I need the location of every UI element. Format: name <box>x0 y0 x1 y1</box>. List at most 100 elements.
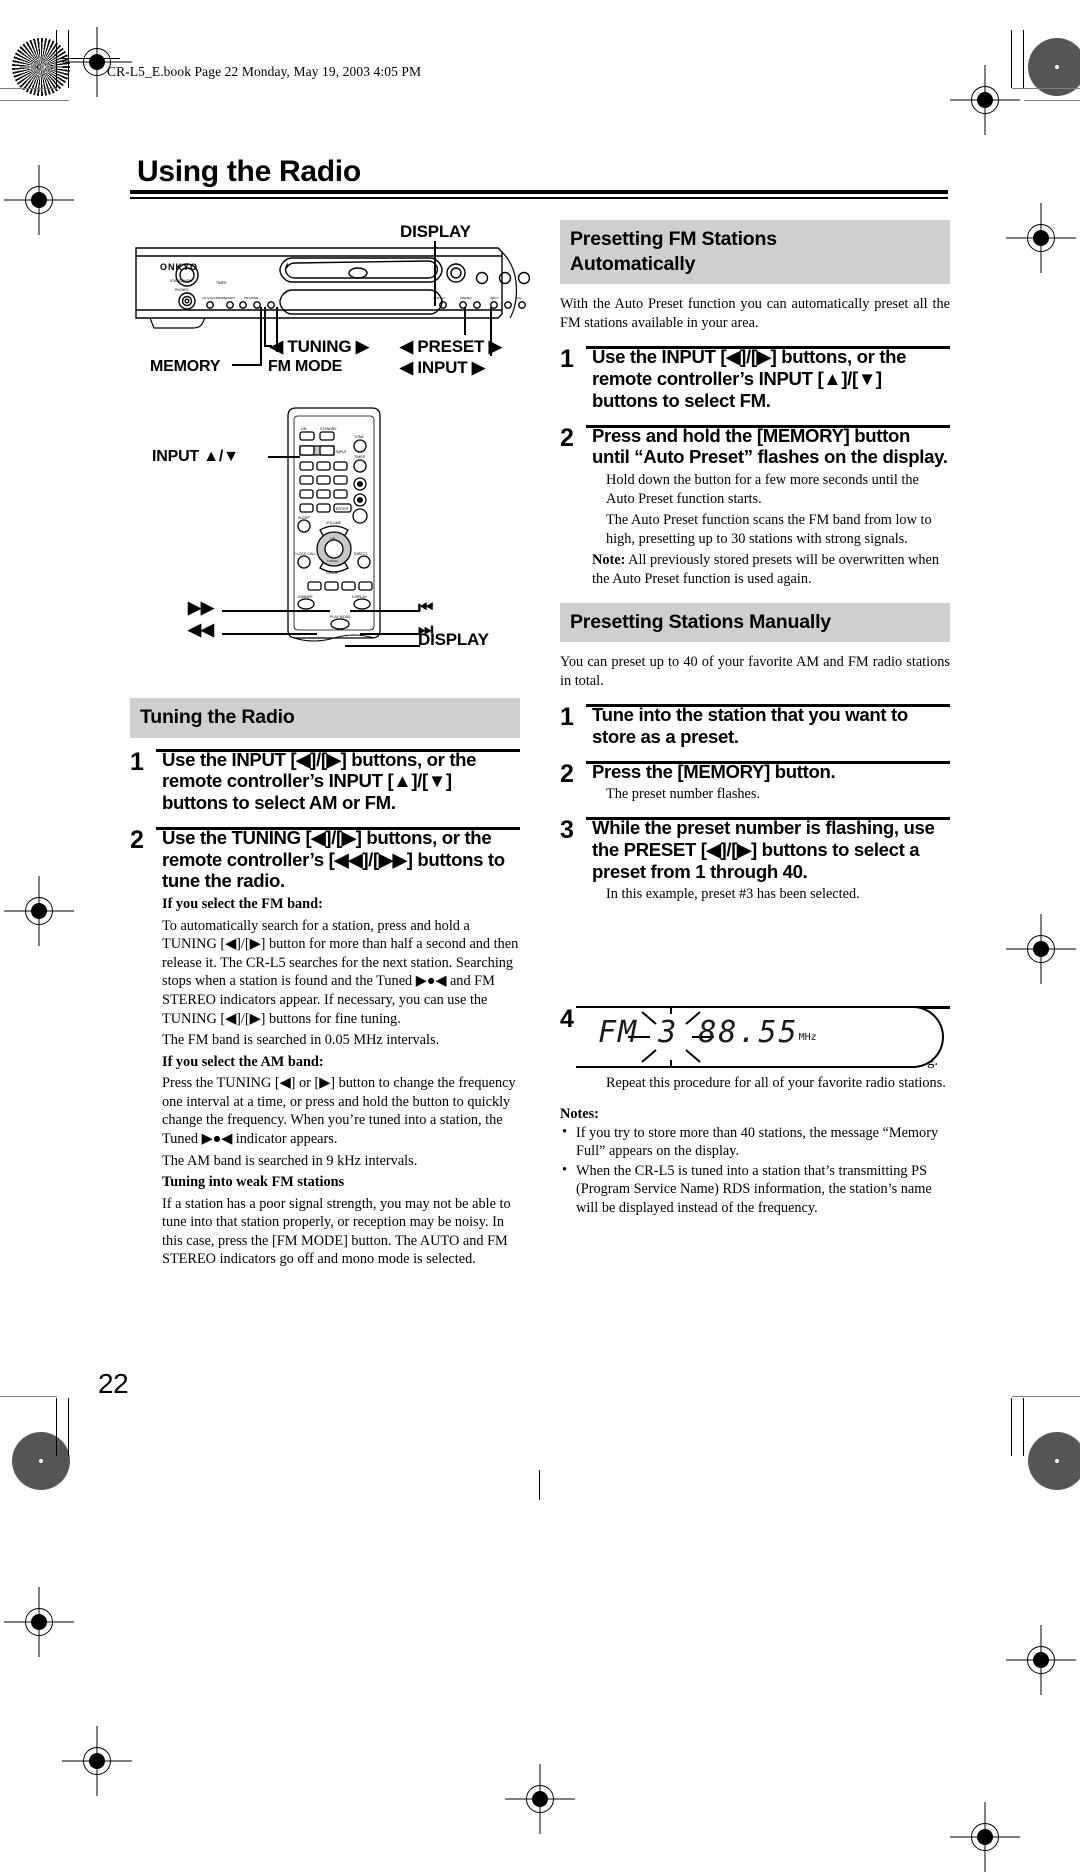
step-manual-1: 1 Tune into the station that you want to… <box>560 704 950 748</box>
step-number: 3 <box>560 816 574 845</box>
registration-target-right-upper <box>1022 219 1060 257</box>
trim-mark-top-left-v <box>56 30 57 88</box>
step-tuning-2: 2 Use the TUNING [◀]/[▶] buttons, or the… <box>130 825 520 1269</box>
svg-text:VOL: VOL <box>516 296 522 300</box>
manual-3-body: In this example, preset #3 has been sele… <box>606 886 860 903</box>
leader-preset <box>464 307 466 335</box>
auto-preset-body-2: The Auto Preset function scans the FM ba… <box>606 512 932 547</box>
trim-mark-left-h <box>0 88 57 89</box>
step-number: 1 <box>560 703 574 732</box>
callout-input-receiver: ◀ INPUT ▶ <box>400 358 485 377</box>
svg-text:UP: UP <box>330 537 336 541</box>
registration-star-bottom-left <box>12 1432 70 1490</box>
leader-rewind <box>222 633 317 635</box>
left-column: Tuning the Radio 1 Use the INPUT [◀]/[▶]… <box>130 698 520 1282</box>
svg-text:SLEEP: SLEEP <box>298 516 310 520</box>
step-number: 2 <box>560 423 574 452</box>
lcd-sep-right <box>678 1015 698 1050</box>
callout-display-receiver: DISPLAY <box>400 222 471 241</box>
svg-text:TIMER: TIMER <box>354 455 366 459</box>
callout-memory: MEMORY <box>150 358 221 375</box>
callout-fm-mode: FM MODE <box>268 358 343 375</box>
trim-mark-bottom-left-h <box>0 1396 57 1397</box>
step-rule <box>586 704 950 708</box>
file-header: CR-L5_E.book Page 22 Monday, May 19, 200… <box>107 64 422 79</box>
trim-mark-top-right-v2 <box>1023 30 1024 88</box>
step-auto-preset-2: 2 Press and hold the [MEMORY] button unt… <box>560 423 950 589</box>
fm-band-heading: If you select the FM band: <box>162 896 323 913</box>
svg-text:DIRECT: DIRECT <box>354 552 368 556</box>
svg-text:PHONES: PHONES <box>175 288 188 292</box>
svg-text:TIMER: TIMER <box>216 281 227 285</box>
leader-memory-h <box>232 364 262 366</box>
leader-fast-forward <box>222 610 330 612</box>
registration-target-left-upper <box>20 181 58 219</box>
registration-target-right-lower <box>1022 1641 1060 1679</box>
registration-target-bottom-left <box>78 1742 116 1780</box>
step-manual-3: 3 While the preset number is flashing, u… <box>560 817 950 904</box>
svg-text:DIMMER: DIMMER <box>298 595 313 599</box>
svg-text:CLOCK CALL: CLOCK CALL <box>294 552 316 556</box>
trim-mark-bottom-right-v <box>1011 1398 1012 1456</box>
leader-tuning-h <box>264 345 272 347</box>
note-item: When the CR-L5 is tuned into a station t… <box>560 1161 950 1218</box>
fm-band-body-2: The FM band is searched in 0.05 MHz inte… <box>162 1032 440 1049</box>
trim-mark-right-h2 <box>1024 100 1080 101</box>
lcd-preset: 3 <box>658 1015 679 1050</box>
notes-label: Notes: <box>560 1105 599 1122</box>
callout-tuning: ◀ TUNING ▶ <box>270 337 369 356</box>
notes-list: If you try to store more than 40 station… <box>560 1123 950 1218</box>
svg-text:ONKYO: ONKYO <box>160 262 198 272</box>
step-text: Press the [MEMORY] button. <box>592 760 836 782</box>
step-text: While the preset number is flashing, use… <box>592 817 935 882</box>
trim-mark-top-right-v <box>1011 30 1012 88</box>
svg-text:INPUT: INPUT <box>490 296 499 300</box>
step-rule <box>586 817 950 821</box>
lcd-display-figure: FM 3 88.55MHz <box>576 1006 944 1068</box>
remote-drawing: ON STANDBY INPUT TONE TIMER ENTER SLEEP … <box>287 407 381 642</box>
step-rule <box>156 826 520 830</box>
trim-mark-bottom-left-v2 <box>68 1398 69 1456</box>
svg-text:DOWN: DOWN <box>326 571 338 575</box>
title-rule-thin <box>130 197 948 199</box>
trim-mark-bottom-right-h <box>1012 1396 1080 1397</box>
svg-text:DISPLAY: DISPLAY <box>352 595 368 599</box>
leader-input-remote <box>268 456 300 458</box>
trim-mark-right-h <box>1012 88 1080 89</box>
registration-target-bottom-center <box>521 1780 559 1818</box>
svg-text:STANDBY: STANDBY <box>320 427 337 431</box>
leader-fmmode-v <box>276 307 278 352</box>
step-rule <box>156 748 520 752</box>
leader-tuning-v <box>264 307 266 345</box>
am-band-body-2: The AM band is searched in 9 kHz interva… <box>162 1152 418 1169</box>
manual-preset-intro: You can preset up to 40 of your favorite… <box>560 654 950 689</box>
manual-2-body: The preset number flashes. <box>606 786 761 803</box>
page-title: Using the Radio <box>137 155 361 188</box>
trim-mark-bottom-right-v2 <box>1023 1398 1024 1456</box>
step-auto-preset-1: 1 Use the INPUT [◀]/[▶] buttons, or the … <box>560 346 950 411</box>
trim-mark-top-left-v2 <box>68 30 69 88</box>
callout-preset: ◀ PRESET ▶ <box>400 337 502 356</box>
step-rule <box>586 760 950 764</box>
svg-text:FM MODE: FM MODE <box>244 296 258 300</box>
section-heading-manual-preset-text: Presetting Stations Manually <box>570 610 831 633</box>
step-rule <box>586 424 950 428</box>
step-tuning-1: 1 Use the INPUT [◀]/[▶] buttons, or the … <box>130 748 520 814</box>
lcd-band: FM <box>598 1015 639 1050</box>
step-number: 2 <box>130 825 144 854</box>
svg-text:PRESET: PRESET <box>460 296 472 300</box>
remote-figure: ON STANDBY INPUT TONE TIMER ENTER SLEEP … <box>270 402 410 652</box>
svg-text:CD SYNC/REC: CD SYNC/REC <box>202 296 224 300</box>
step-manual-2: 2 Press the [MEMORY] button. The preset … <box>560 760 950 804</box>
svg-text:ON: ON <box>301 427 307 431</box>
registration-target-right-middle <box>1022 930 1060 968</box>
registration-target-top-right <box>966 81 1004 119</box>
note-item: If you try to store more than 40 station… <box>560 1123 950 1161</box>
registration-star-bottom-right <box>1028 1432 1080 1490</box>
lcd-sep-left <box>638 1015 658 1050</box>
manual-4-body-2: Repeat this procedure for all of your fa… <box>606 1074 946 1091</box>
section-heading-tuning: Tuning the Radio <box>130 698 520 738</box>
lcd-frequency: 88.55 <box>698 1015 799 1050</box>
step-text: Use the INPUT [◀]/[▶] buttons, or the re… <box>162 748 477 814</box>
leader-next-track <box>360 633 420 635</box>
